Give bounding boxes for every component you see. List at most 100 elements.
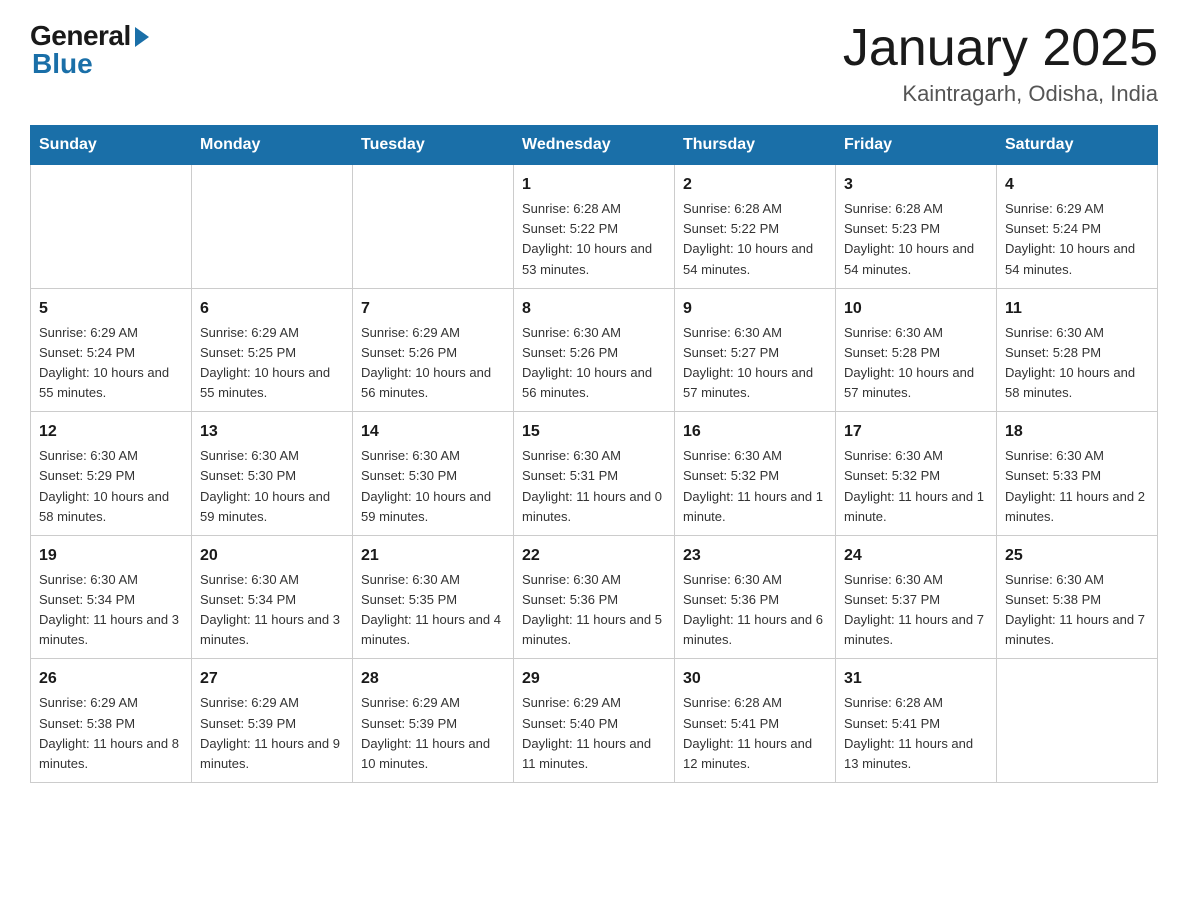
- day-number: 1: [522, 173, 666, 197]
- calendar-cell: 31Sunrise: 6:28 AMSunset: 5:41 PMDayligh…: [836, 659, 997, 783]
- day-of-week-header: Sunday: [31, 126, 192, 165]
- day-info: Sunrise: 6:28 AMSunset: 5:22 PMDaylight:…: [522, 199, 666, 280]
- calendar-table: SundayMondayTuesdayWednesdayThursdayFrid…: [30, 125, 1158, 783]
- calendar-cell: 21Sunrise: 6:30 AMSunset: 5:35 PMDayligh…: [353, 535, 514, 659]
- calendar-week-row: 12Sunrise: 6:30 AMSunset: 5:29 PMDayligh…: [31, 412, 1158, 536]
- calendar-week-row: 1Sunrise: 6:28 AMSunset: 5:22 PMDaylight…: [31, 165, 1158, 289]
- day-info: Sunrise: 6:30 AMSunset: 5:29 PMDaylight:…: [39, 446, 183, 527]
- day-info: Sunrise: 6:29 AMSunset: 5:24 PMDaylight:…: [39, 323, 183, 404]
- day-info: Sunrise: 6:30 AMSunset: 5:32 PMDaylight:…: [683, 446, 827, 527]
- day-of-week-header: Wednesday: [514, 126, 675, 165]
- day-number: 3: [844, 173, 988, 197]
- day-number: 31: [844, 667, 988, 691]
- day-info: Sunrise: 6:29 AMSunset: 5:26 PMDaylight:…: [361, 323, 505, 404]
- calendar-cell: 14Sunrise: 6:30 AMSunset: 5:30 PMDayligh…: [353, 412, 514, 536]
- day-number: 17: [844, 420, 988, 444]
- day-info: Sunrise: 6:30 AMSunset: 5:30 PMDaylight:…: [200, 446, 344, 527]
- calendar-cell: 4Sunrise: 6:29 AMSunset: 5:24 PMDaylight…: [997, 165, 1158, 289]
- day-info: Sunrise: 6:28 AMSunset: 5:41 PMDaylight:…: [844, 693, 988, 774]
- day-number: 18: [1005, 420, 1149, 444]
- calendar-cell: 9Sunrise: 6:30 AMSunset: 5:27 PMDaylight…: [675, 288, 836, 412]
- day-number: 25: [1005, 544, 1149, 568]
- day-number: 23: [683, 544, 827, 568]
- day-of-week-header: Tuesday: [353, 126, 514, 165]
- day-info: Sunrise: 6:28 AMSunset: 5:23 PMDaylight:…: [844, 199, 988, 280]
- day-of-week-header: Monday: [192, 126, 353, 165]
- day-info: Sunrise: 6:28 AMSunset: 5:22 PMDaylight:…: [683, 199, 827, 280]
- day-number: 13: [200, 420, 344, 444]
- calendar-cell: 26Sunrise: 6:29 AMSunset: 5:38 PMDayligh…: [31, 659, 192, 783]
- day-number: 12: [39, 420, 183, 444]
- calendar-week-row: 5Sunrise: 6:29 AMSunset: 5:24 PMDaylight…: [31, 288, 1158, 412]
- calendar-cell: 24Sunrise: 6:30 AMSunset: 5:37 PMDayligh…: [836, 535, 997, 659]
- day-number: 11: [1005, 297, 1149, 321]
- calendar-header-row: SundayMondayTuesdayWednesdayThursdayFrid…: [31, 126, 1158, 165]
- day-info: Sunrise: 6:30 AMSunset: 5:28 PMDaylight:…: [844, 323, 988, 404]
- calendar-cell: 20Sunrise: 6:30 AMSunset: 5:34 PMDayligh…: [192, 535, 353, 659]
- day-number: 14: [361, 420, 505, 444]
- calendar-cell: 28Sunrise: 6:29 AMSunset: 5:39 PMDayligh…: [353, 659, 514, 783]
- day-info: Sunrise: 6:30 AMSunset: 5:32 PMDaylight:…: [844, 446, 988, 527]
- calendar-cell: 27Sunrise: 6:29 AMSunset: 5:39 PMDayligh…: [192, 659, 353, 783]
- day-info: Sunrise: 6:29 AMSunset: 5:25 PMDaylight:…: [200, 323, 344, 404]
- day-number: 20: [200, 544, 344, 568]
- day-info: Sunrise: 6:30 AMSunset: 5:38 PMDaylight:…: [1005, 570, 1149, 651]
- calendar-cell: 11Sunrise: 6:30 AMSunset: 5:28 PMDayligh…: [997, 288, 1158, 412]
- day-number: 10: [844, 297, 988, 321]
- day-info: Sunrise: 6:29 AMSunset: 5:39 PMDaylight:…: [361, 693, 505, 774]
- day-info: Sunrise: 6:30 AMSunset: 5:33 PMDaylight:…: [1005, 446, 1149, 527]
- logo-arrow-icon: [135, 27, 149, 47]
- day-number: 4: [1005, 173, 1149, 197]
- day-number: 6: [200, 297, 344, 321]
- calendar-cell: 25Sunrise: 6:30 AMSunset: 5:38 PMDayligh…: [997, 535, 1158, 659]
- logo-blue-text: Blue: [32, 48, 93, 80]
- calendar-cell: 18Sunrise: 6:30 AMSunset: 5:33 PMDayligh…: [997, 412, 1158, 536]
- day-number: 7: [361, 297, 505, 321]
- day-of-week-header: Friday: [836, 126, 997, 165]
- page-header: General Blue January 2025 Kaintragarh, O…: [30, 20, 1158, 107]
- day-info: Sunrise: 6:30 AMSunset: 5:36 PMDaylight:…: [522, 570, 666, 651]
- title-area: January 2025 Kaintragarh, Odisha, India: [843, 20, 1158, 107]
- calendar-cell: 1Sunrise: 6:28 AMSunset: 5:22 PMDaylight…: [514, 165, 675, 289]
- day-number: 24: [844, 544, 988, 568]
- calendar-cell: [997, 659, 1158, 783]
- calendar-cell: [353, 165, 514, 289]
- calendar-cell: 22Sunrise: 6:30 AMSunset: 5:36 PMDayligh…: [514, 535, 675, 659]
- day-of-week-header: Saturday: [997, 126, 1158, 165]
- calendar-cell: 7Sunrise: 6:29 AMSunset: 5:26 PMDaylight…: [353, 288, 514, 412]
- day-info: Sunrise: 6:30 AMSunset: 5:34 PMDaylight:…: [200, 570, 344, 651]
- day-number: 19: [39, 544, 183, 568]
- day-info: Sunrise: 6:29 AMSunset: 5:40 PMDaylight:…: [522, 693, 666, 774]
- day-info: Sunrise: 6:29 AMSunset: 5:24 PMDaylight:…: [1005, 199, 1149, 280]
- day-info: Sunrise: 6:30 AMSunset: 5:30 PMDaylight:…: [361, 446, 505, 527]
- calendar-cell: [31, 165, 192, 289]
- calendar-cell: [192, 165, 353, 289]
- day-number: 27: [200, 667, 344, 691]
- day-number: 9: [683, 297, 827, 321]
- day-info: Sunrise: 6:30 AMSunset: 5:28 PMDaylight:…: [1005, 323, 1149, 404]
- day-info: Sunrise: 6:30 AMSunset: 5:34 PMDaylight:…: [39, 570, 183, 651]
- calendar-cell: 19Sunrise: 6:30 AMSunset: 5:34 PMDayligh…: [31, 535, 192, 659]
- calendar-week-row: 19Sunrise: 6:30 AMSunset: 5:34 PMDayligh…: [31, 535, 1158, 659]
- day-number: 16: [683, 420, 827, 444]
- calendar-cell: 2Sunrise: 6:28 AMSunset: 5:22 PMDaylight…: [675, 165, 836, 289]
- calendar-cell: 30Sunrise: 6:28 AMSunset: 5:41 PMDayligh…: [675, 659, 836, 783]
- day-number: 26: [39, 667, 183, 691]
- calendar-cell: 12Sunrise: 6:30 AMSunset: 5:29 PMDayligh…: [31, 412, 192, 536]
- day-number: 29: [522, 667, 666, 691]
- calendar-cell: 29Sunrise: 6:29 AMSunset: 5:40 PMDayligh…: [514, 659, 675, 783]
- calendar-cell: 13Sunrise: 6:30 AMSunset: 5:30 PMDayligh…: [192, 412, 353, 536]
- day-info: Sunrise: 6:30 AMSunset: 5:26 PMDaylight:…: [522, 323, 666, 404]
- day-number: 2: [683, 173, 827, 197]
- calendar-cell: 6Sunrise: 6:29 AMSunset: 5:25 PMDaylight…: [192, 288, 353, 412]
- day-info: Sunrise: 6:29 AMSunset: 5:39 PMDaylight:…: [200, 693, 344, 774]
- day-number: 8: [522, 297, 666, 321]
- calendar-cell: 23Sunrise: 6:30 AMSunset: 5:36 PMDayligh…: [675, 535, 836, 659]
- calendar-cell: 8Sunrise: 6:30 AMSunset: 5:26 PMDaylight…: [514, 288, 675, 412]
- calendar-week-row: 26Sunrise: 6:29 AMSunset: 5:38 PMDayligh…: [31, 659, 1158, 783]
- calendar-cell: 16Sunrise: 6:30 AMSunset: 5:32 PMDayligh…: [675, 412, 836, 536]
- day-info: Sunrise: 6:28 AMSunset: 5:41 PMDaylight:…: [683, 693, 827, 774]
- logo: General Blue: [30, 20, 149, 80]
- day-of-week-header: Thursday: [675, 126, 836, 165]
- month-title: January 2025: [843, 20, 1158, 77]
